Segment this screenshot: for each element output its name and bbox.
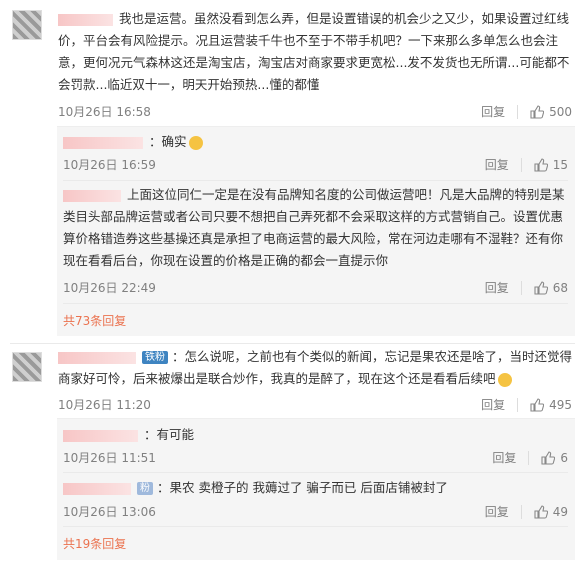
- reply-button[interactable]: 回复: [492, 449, 516, 466]
- username[interactable]: [63, 189, 121, 202]
- fan-badge: 粉: [137, 482, 153, 495]
- reply-button[interactable]: 回复: [485, 156, 509, 173]
- reply-text: 粉：果农 卖橙子的 我薅过了 骗子而已 后面店铺被封了: [63, 477, 568, 499]
- like-button[interactable]: 68: [534, 281, 568, 295]
- reply-divider: [63, 526, 568, 527]
- like-button[interactable]: 15: [534, 158, 568, 172]
- avatar[interactable]: [12, 352, 42, 382]
- reply-text: ：有可能: [63, 424, 568, 446]
- like-button[interactable]: 495: [530, 398, 572, 412]
- reply-divider: [63, 303, 568, 304]
- divider: [520, 504, 522, 519]
- comment-divider: [10, 343, 575, 344]
- thumbs-up-icon: [534, 504, 548, 519]
- timestamp: 10月26日 16:59: [63, 158, 156, 172]
- like-count: 500: [549, 104, 572, 119]
- like-button[interactable]: 6: [541, 451, 568, 465]
- reply-divider: [63, 180, 568, 181]
- username[interactable]: [63, 482, 131, 495]
- username[interactable]: [58, 13, 113, 26]
- reply-button[interactable]: 回复: [485, 279, 509, 296]
- timestamp: 10月26日 11:20: [58, 398, 151, 412]
- divider: [517, 397, 519, 412]
- reply-meta: 10月26日 16:59 回复 15: [63, 156, 568, 174]
- reply-text: ：确实: [63, 131, 568, 153]
- timestamp: 10月26日 16:58: [58, 105, 151, 119]
- comment-meta: 10月26日 11:20 回复 495: [58, 396, 572, 414]
- like-count: 15: [552, 157, 568, 172]
- reply-button[interactable]: 回复: [481, 103, 505, 120]
- thumbs-up-icon: [541, 450, 556, 465]
- like-count: 495: [549, 397, 572, 412]
- comment-meta: 10月26日 16:58 回复 500: [58, 103, 572, 121]
- more-replies-link[interactable]: 共73条回复: [63, 312, 126, 329]
- like-count: 68: [552, 280, 568, 295]
- thumbs-up-icon: [534, 157, 548, 172]
- comment-text: 铁粉 ：怎么说呢，之前也有个类似的新闻，忘记是果农还是啥了，当时还觉得商家好可怜，…: [58, 349, 573, 387]
- thumbs-up-emoji-icon: [188, 135, 203, 150]
- like-button[interactable]: 49: [534, 505, 568, 519]
- thumbs-up-icon: [530, 397, 545, 412]
- divider: [520, 280, 522, 295]
- timestamp: 10月26日 13:06: [63, 505, 156, 519]
- thumbs-up-icon: [530, 104, 545, 119]
- like-count: 6: [560, 450, 568, 465]
- username[interactable]: [58, 351, 136, 364]
- like-button[interactable]: 500: [530, 105, 572, 119]
- reply-button[interactable]: 回复: [485, 503, 509, 520]
- reply-meta: 10月26日 22:49 回复 68: [63, 279, 568, 297]
- fan-badge: 铁粉: [142, 351, 168, 364]
- thumbs-up-icon: [534, 280, 548, 295]
- more-replies-link[interactable]: 共19条回复: [63, 535, 126, 552]
- emoji-icon: [497, 372, 512, 387]
- username[interactable]: [63, 136, 143, 149]
- avatar[interactable]: [12, 10, 42, 40]
- reply-button[interactable]: 回复: [481, 396, 505, 413]
- timestamp: 10月26日 22:49: [63, 281, 156, 295]
- divider: [528, 450, 530, 465]
- reply-divider: [63, 472, 568, 473]
- reply-meta: 10月26日 11:51 回复 6: [63, 449, 568, 467]
- username[interactable]: [63, 429, 138, 442]
- divider: [520, 157, 522, 172]
- reply-text: 上面这位同仁一定是在没有品牌知名度的公司做运营吧！凡是大品牌的特别是某类目头部品…: [63, 187, 565, 268]
- like-count: 49: [552, 504, 568, 519]
- comment-text: 我也是运营。虽然没看到怎么弄，但是设置错误的机会少之又少，如果设置过红线价，平台…: [58, 11, 570, 92]
- timestamp: 10月26日 11:51: [63, 451, 156, 465]
- divider: [517, 104, 519, 119]
- reply-meta: 10月26日 13:06 回复 49: [63, 503, 568, 521]
